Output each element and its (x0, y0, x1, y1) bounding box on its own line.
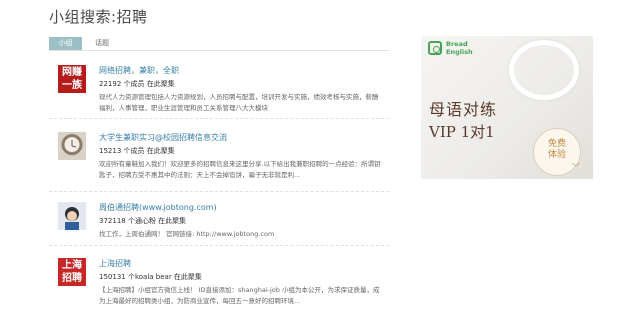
group-member-count: 15213 个成员 在此聚集 (99, 147, 175, 155)
ad-headline: 母语对练 (429, 100, 498, 119)
ad-brand-line2: English (446, 48, 473, 56)
group-description: 现代人力资源管理包括人力资源规划，人员招聘与配置，培训开发与实施，绩效考核与实施… (99, 93, 379, 112)
cartoon-avatar-icon (58, 202, 86, 230)
list-item: 周伯通招聘(www.jobtong.com) 372118 个通心粉 在此聚集 … (49, 202, 389, 246)
group-name-link[interactable]: 网络招聘，兼职，全职 (99, 65, 179, 76)
ad-banner[interactable]: Bread English 母语对练 VIP 1对1 免费 体验 ﹀ (421, 36, 593, 179)
ad-subheadline: VIP 1对1 (429, 123, 495, 141)
group-avatar[interactable] (58, 202, 86, 230)
group-avatar[interactable]: 上海 招聘 (58, 258, 86, 286)
headphone-icon (509, 40, 579, 100)
group-member-count: 22192 个成员 在此聚集 (99, 80, 175, 88)
ad-brand: Bread English (446, 40, 473, 56)
search-tabs: 小组 话题 (49, 37, 389, 51)
badge-line1: 免费 (547, 139, 566, 149)
group-member-count: 372118 个通心粉 在此聚集 (99, 217, 187, 225)
badge-line2: 体验 (547, 150, 566, 160)
avatar-text: 网赚 一族 (62, 67, 82, 91)
group-description: 欢迎所有童鞋加入我们！欢迎更多的招聘信息来这里分享.以下给出我兼职招聘的一点经验… (99, 160, 381, 179)
group-avatar[interactable] (58, 132, 86, 160)
group-name-link[interactable]: 上海招聘 (99, 258, 131, 269)
tab-topics[interactable]: 话题 (95, 37, 109, 50)
list-item: 网赚 一族 网络招聘，兼职，全职 22192 个成员 在此聚集 现代人力资源管理… (49, 65, 389, 119)
clock-icon (71, 140, 77, 148)
avatar-text: 上海 招聘 (62, 260, 82, 284)
group-name-link[interactable]: 大学生兼职实习@校园招聘信息交流 (99, 132, 227, 143)
group-description: 【上海招聘】小组官方微信上线！ ID直接添加：shanghai-job 小组为本… (99, 286, 380, 305)
bread-english-logo-icon (428, 41, 442, 55)
ad-brand-line1: Bread (446, 40, 468, 48)
group-description: 找工作，上周伯通网！ 官网链接: http://www.jobtong.com (99, 230, 275, 238)
page-title: 小组搜索:招聘 (49, 8, 148, 26)
list-item: 大学生兼职实习@校园招聘信息交流 15213 个成员 在此聚集 欢迎所有童鞋加入… (49, 132, 389, 192)
group-avatar[interactable]: 网赚 一族 (58, 65, 86, 93)
list-item: 上海 招聘 上海招聘 150131 个koala bear 在此聚集 【上海招聘… (49, 258, 389, 317)
group-member-count: 150131 个koala bear 在此聚集 (99, 273, 202, 281)
chevron-down-icon: ﹀ (572, 163, 580, 172)
group-name-link[interactable]: 周伯通招聘(www.jobtong.com) (99, 202, 217, 213)
tab-groups[interactable]: 小组 (49, 37, 82, 50)
